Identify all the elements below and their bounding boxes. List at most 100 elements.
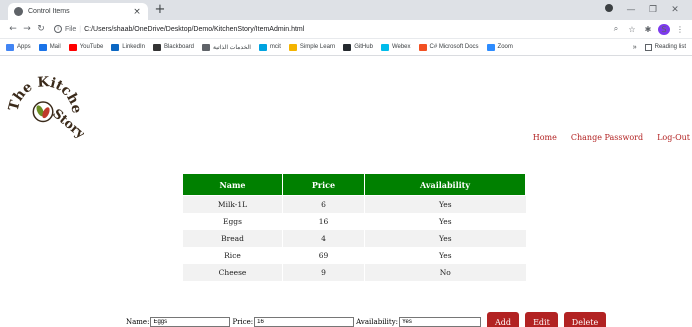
browser-toolbar: ← → ↻ i File | C:/Users/shaab/OneDrive/D… xyxy=(0,20,692,39)
bookmarks-bar: Apps Mail YouTube LinkedIn Blackboard الخدمات… xyxy=(0,39,692,56)
bookmarks-right: » Reading list xyxy=(633,43,686,51)
top-nav: Home Change Password Log-Out xyxy=(533,133,690,142)
new-tab-button[interactable]: + xyxy=(152,2,168,18)
avatar[interactable]: S xyxy=(658,23,670,35)
info-icon[interactable]: i xyxy=(54,25,62,33)
bookmark-item[interactable]: GitHub xyxy=(343,43,373,51)
close-icon[interactable]: × xyxy=(132,7,142,17)
bookmark-icon xyxy=(418,43,427,51)
minimize-icon[interactable]: — xyxy=(620,2,642,18)
delete-button[interactable]: Delete xyxy=(563,312,607,327)
bookmark-label: mcit xyxy=(269,44,281,50)
bookmark-item[interactable]: LinkedIn xyxy=(111,43,145,51)
zoom-icon[interactable]: ⌕ xyxy=(610,24,622,34)
bookmark-icon xyxy=(38,43,47,51)
window-controls: — ❐ ✕ xyxy=(598,2,686,18)
bookmark-label: Mail xyxy=(49,44,61,50)
name-input[interactable] xyxy=(150,317,231,327)
extensions-icon[interactable]: ✱ xyxy=(642,25,654,34)
table-row[interactable]: Bread 4 Yes xyxy=(182,229,526,247)
bookmark-icon xyxy=(380,43,389,51)
url-text: C:/Users/shaab/OneDrive/Desktop/Demo/Kit… xyxy=(84,25,305,33)
bookmark-icon xyxy=(288,43,297,51)
table-cell: No xyxy=(364,263,526,281)
table-cell: Cheese xyxy=(182,263,283,281)
table-row[interactable]: Cheese 9 No xyxy=(182,263,526,281)
add-button[interactable]: Add xyxy=(487,312,520,327)
table-cell: 16 xyxy=(282,212,365,230)
toolbar-right: ⌕ ☆ ✱ S ⋮ xyxy=(610,23,686,35)
table-cell: 6 xyxy=(282,195,365,213)
price-label: Price: xyxy=(232,318,254,326)
logout-link[interactable]: Log-Out xyxy=(657,133,690,142)
bookmark-item[interactable]: YouTube xyxy=(68,43,104,51)
star-icon[interactable]: ☆ xyxy=(626,25,638,34)
bookmark-item[interactable]: Webex xyxy=(380,43,411,51)
bookmark-label: Blackboard xyxy=(163,44,194,50)
bookmark-label: Apps xyxy=(17,44,31,50)
items-table: Name Price Availability Milk-1L 6 Yes Eggs 1… xyxy=(182,173,526,281)
page-content: The Kitchen Story Home Change Password L… xyxy=(0,57,692,327)
table-cell: Eggs xyxy=(182,212,283,230)
bookmark-item[interactable]: Apps xyxy=(6,43,31,51)
table-cell: 9 xyxy=(282,263,365,281)
name-label: Name: xyxy=(126,318,150,326)
bookmark-icon xyxy=(111,43,120,51)
url-separator: | xyxy=(79,25,82,33)
record-icon[interactable] xyxy=(598,2,620,18)
availability-input[interactable] xyxy=(399,317,482,327)
table-cell: Yes xyxy=(364,195,526,213)
bookmark-list: Apps Mail YouTube LinkedIn Blackboard الخدمات… xyxy=(6,43,521,51)
table-cell: Rice xyxy=(182,246,283,264)
tab-control-items[interactable]: Control Items × xyxy=(8,3,148,20)
restore-icon[interactable]: ❐ xyxy=(642,2,664,18)
reading-list-link[interactable]: Reading list xyxy=(655,44,686,50)
bookmark-icon xyxy=(202,43,210,51)
tab-title: Control Items xyxy=(28,8,70,15)
forward-icon[interactable]: → xyxy=(20,24,34,34)
edit-button[interactable]: Edit xyxy=(525,312,558,327)
bookmark-label: Zoom xyxy=(497,44,513,50)
url-scheme: File xyxy=(65,25,77,33)
table-row[interactable]: Rice 69 Yes xyxy=(182,246,526,264)
table-body: Milk-1L 6 Yes Eggs 16 Yes Bread 4 Yes Rice 69 Yes Ch… xyxy=(182,195,526,281)
bookmark-item[interactable]: C# Microsoft Docs xyxy=(418,43,479,51)
bookmark-label: YouTube xyxy=(79,44,104,50)
browser-window: Control Items × + — ❐ ✕ ← → ↻ i File | C… xyxy=(0,0,692,327)
bookmark-label: LinkedIn xyxy=(122,44,145,50)
bookmark-item[interactable]: Simple Learn xyxy=(288,43,336,51)
table-cell: Yes xyxy=(364,246,526,264)
bookmark-label: C# Microsoft Docs xyxy=(429,44,479,50)
bookmark-label: الخدمات الذاتية xyxy=(213,44,251,51)
table-header-row: Name Price Availability xyxy=(182,173,526,196)
bookmark-icon xyxy=(68,43,77,51)
table-cell: Milk-1L xyxy=(182,195,283,213)
globe-icon xyxy=(14,7,23,16)
menu-icon[interactable]: ⋮ xyxy=(674,25,686,34)
table-cell: Bread xyxy=(182,229,283,247)
bookmark-item[interactable]: mcit xyxy=(258,43,281,51)
window-close-icon[interactable]: ✕ xyxy=(664,2,686,18)
address-bar[interactable]: i File | C:/Users/shaab/OneDrive/Desktop… xyxy=(54,22,604,36)
home-link[interactable]: Home xyxy=(533,133,557,142)
header-availability: Availability xyxy=(364,173,526,196)
availability-label: Availability: xyxy=(356,318,399,326)
bookmark-item[interactable]: Mail xyxy=(38,43,61,51)
bookmark-item[interactable]: Zoom xyxy=(486,43,513,51)
reload-icon[interactable]: ↻ xyxy=(34,24,48,34)
table-cell: 4 xyxy=(282,229,365,247)
price-input[interactable] xyxy=(254,317,355,327)
table-row[interactable]: Eggs 16 Yes xyxy=(182,212,526,230)
bookmark-label: Simple Learn xyxy=(299,44,336,50)
bookmark-label: Webex xyxy=(391,44,411,50)
item-form: Name: Price: Availability: Add Edit Dele… xyxy=(126,312,607,327)
more-bookmarks-icon[interactable]: » xyxy=(633,44,637,51)
table-row[interactable]: Milk-1L 6 Yes xyxy=(182,195,526,213)
bookmark-icon xyxy=(6,43,14,51)
kitchen-story-logo[interactable]: The Kitchen Story xyxy=(6,63,84,141)
change-password-link[interactable]: Change Password xyxy=(571,133,643,142)
bookmark-item[interactable]: Blackboard xyxy=(152,43,194,51)
bookmark-item[interactable]: الخدمات الذاتية xyxy=(202,43,251,51)
back-icon[interactable]: ← xyxy=(6,24,20,34)
table-cell: 69 xyxy=(282,246,365,264)
